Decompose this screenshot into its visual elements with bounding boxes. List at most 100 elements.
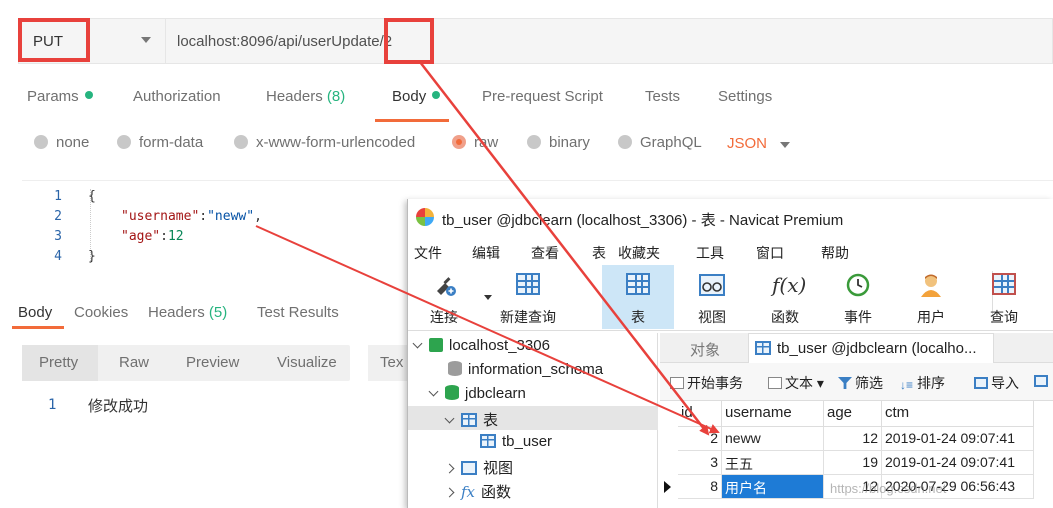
table-cell[interactable]: 2019-01-24 09:07:41 xyxy=(882,451,1034,475)
tab-objects[interactable]: 对象 xyxy=(690,333,720,363)
dropdown-arrow-icon[interactable] xyxy=(484,295,492,300)
tab-body[interactable]: Body xyxy=(392,88,441,105)
table-cell[interactable]: 2019-01-24 09:07:41 xyxy=(882,427,1034,451)
view-pretty-button[interactable]: Pretty xyxy=(39,354,78,371)
tree-item-connection[interactable]: localhost_3306 xyxy=(412,337,550,354)
function-button[interactable]: f(x) 函数 xyxy=(749,265,821,329)
filter-button[interactable]: 筛选 xyxy=(838,373,883,393)
query-button[interactable]: 查询 xyxy=(968,265,1040,329)
tree-item-views-folder[interactable]: 视图 xyxy=(444,457,513,478)
tab-pre-request-script[interactable]: Pre-request Script xyxy=(482,88,603,105)
table-button[interactable]: 表 xyxy=(602,265,674,329)
tab-tb-user[interactable]: tb_user @jdbclearn (localho... xyxy=(748,333,994,363)
tab-headers-count: (8) xyxy=(326,88,346,105)
text-button[interactable]: 文本 ▾ xyxy=(768,373,824,393)
tree-item-tb-user[interactable]: tb_user xyxy=(480,433,552,450)
tree-item-tables-folder[interactable]: 表 xyxy=(444,409,498,430)
event-button[interactable]: 事件 xyxy=(822,265,894,329)
sort-button[interactable]: ↓≡ 排序 xyxy=(900,373,945,393)
chevron-right-icon[interactable] xyxy=(444,487,455,498)
radio-graphql[interactable]: GraphQL xyxy=(618,134,702,151)
chevron-right-icon[interactable] xyxy=(444,463,455,474)
status-dot-icon xyxy=(84,91,93,99)
action-label: 文本 xyxy=(785,375,813,391)
view-mode-bar: Pretty Raw Preview Visualize xyxy=(22,345,350,381)
radio-none[interactable]: none xyxy=(34,134,89,151)
radio-selected-icon xyxy=(452,135,466,149)
table-cell[interactable]: 8 xyxy=(678,475,722,499)
tab-authorization[interactable]: Authorization xyxy=(133,88,221,105)
resp-tab-body[interactable]: Body xyxy=(18,304,52,321)
user-icon xyxy=(918,273,944,297)
view-visualize-button[interactable]: Visualize xyxy=(277,354,337,371)
object-tabs: 对象 tb_user @jdbclearn (localho... xyxy=(660,333,1053,363)
table-cell[interactable]: 王五 xyxy=(722,451,824,475)
chevron-down-icon[interactable] xyxy=(444,413,455,424)
column-header-ctm[interactable]: ctm xyxy=(882,401,1034,427)
annotation-box-method xyxy=(18,18,90,62)
menu-table[interactable]: 表 xyxy=(592,243,606,263)
menu-help[interactable]: 帮助 xyxy=(821,243,849,263)
chevron-down-icon[interactable] xyxy=(412,338,423,349)
chevron-down-icon[interactable] xyxy=(780,142,790,148)
tab-headers-label: Headers xyxy=(266,88,323,105)
tab-params[interactable]: Params xyxy=(27,88,93,105)
resp-tab-headers-label: Headers xyxy=(148,304,205,321)
view-icon xyxy=(461,461,477,475)
table-cell-selected[interactable]: 用户名 xyxy=(722,475,824,499)
tab-settings[interactable]: Settings xyxy=(718,88,772,105)
code-line-age: "age":12 xyxy=(121,229,184,244)
radio-label: x-www-form-urlencoded xyxy=(256,134,416,151)
tree-item-functions-folder[interactable]: fx 函数 xyxy=(444,481,511,502)
tree-item-jdbclearn[interactable]: jdbclearn xyxy=(428,385,526,402)
radio-urlencoded[interactable]: x-www-form-urlencoded xyxy=(234,134,415,151)
url-input[interactable]: localhost:8096/api/userUpdate/2 xyxy=(166,18,1053,64)
resp-tab-test-results[interactable]: Test Results xyxy=(257,304,339,321)
active-tab-indicator xyxy=(12,326,64,329)
radio-form-data[interactable]: form-data xyxy=(117,134,203,151)
table-cell[interactable]: 19 xyxy=(824,451,882,475)
chevron-down-icon[interactable] xyxy=(428,386,439,397)
radio-label: binary xyxy=(549,134,590,151)
radio-raw[interactable]: raw xyxy=(452,134,498,151)
radio-label: none xyxy=(56,134,90,151)
resp-tab-headers[interactable]: Headers (5) xyxy=(148,304,227,321)
column-header-age[interactable]: age xyxy=(824,401,882,427)
format-select[interactable]: JSON xyxy=(727,135,767,152)
menu-file[interactable]: 文件 xyxy=(414,243,442,263)
export-button[interactable] xyxy=(1034,373,1051,389)
response-body-text: 修改成功 xyxy=(88,398,149,415)
begin-transaction-button[interactable]: 开始事务 xyxy=(670,373,743,393)
import-icon xyxy=(974,377,988,389)
annotation-box-url-id xyxy=(384,18,434,64)
tree-item-information-schema[interactable]: information_schema xyxy=(448,361,603,378)
view-preview-button[interactable]: Preview xyxy=(186,354,239,371)
menu-window[interactable]: 窗口 xyxy=(756,243,784,263)
database-icon xyxy=(448,361,462,376)
column-header-username[interactable]: username xyxy=(722,401,824,427)
column-header-id[interactable]: id xyxy=(678,401,722,427)
table-cell[interactable]: 3 xyxy=(678,451,722,475)
connect-button[interactable]: 连接 xyxy=(408,265,492,329)
tab-headers[interactable]: Headers (8) xyxy=(266,88,345,105)
table-cell[interactable]: 12 xyxy=(824,427,882,451)
radio-binary[interactable]: binary xyxy=(527,134,590,151)
user-button[interactable]: 用户 xyxy=(895,265,967,329)
menu-edit[interactable]: 编辑 xyxy=(472,243,500,263)
table-cell[interactable]: neww xyxy=(722,427,824,451)
request-tabs: Params Authorization Headers (8) Body Pr… xyxy=(0,88,1053,118)
table-icon xyxy=(480,434,496,448)
view-button[interactable]: 视图 xyxy=(676,265,748,329)
menu-tools[interactable]: 工具 xyxy=(696,243,724,263)
code-brace-close: } xyxy=(88,249,96,264)
new-query-button[interactable]: 新建查询 xyxy=(492,265,564,329)
view-raw-button[interactable]: Raw xyxy=(119,354,149,371)
menu-view[interactable]: 查看 xyxy=(531,243,559,263)
text-mode-select[interactable]: Tex xyxy=(368,345,408,381)
tab-tests[interactable]: Tests xyxy=(645,88,680,105)
table-cell[interactable]: 2 xyxy=(678,427,722,451)
resp-tab-cookies[interactable]: Cookies xyxy=(74,304,128,321)
menu-favorites[interactable]: 收藏夹 xyxy=(618,243,660,263)
text-mode-label: Tex xyxy=(380,354,404,371)
import-button[interactable]: 导入 xyxy=(974,373,1019,393)
